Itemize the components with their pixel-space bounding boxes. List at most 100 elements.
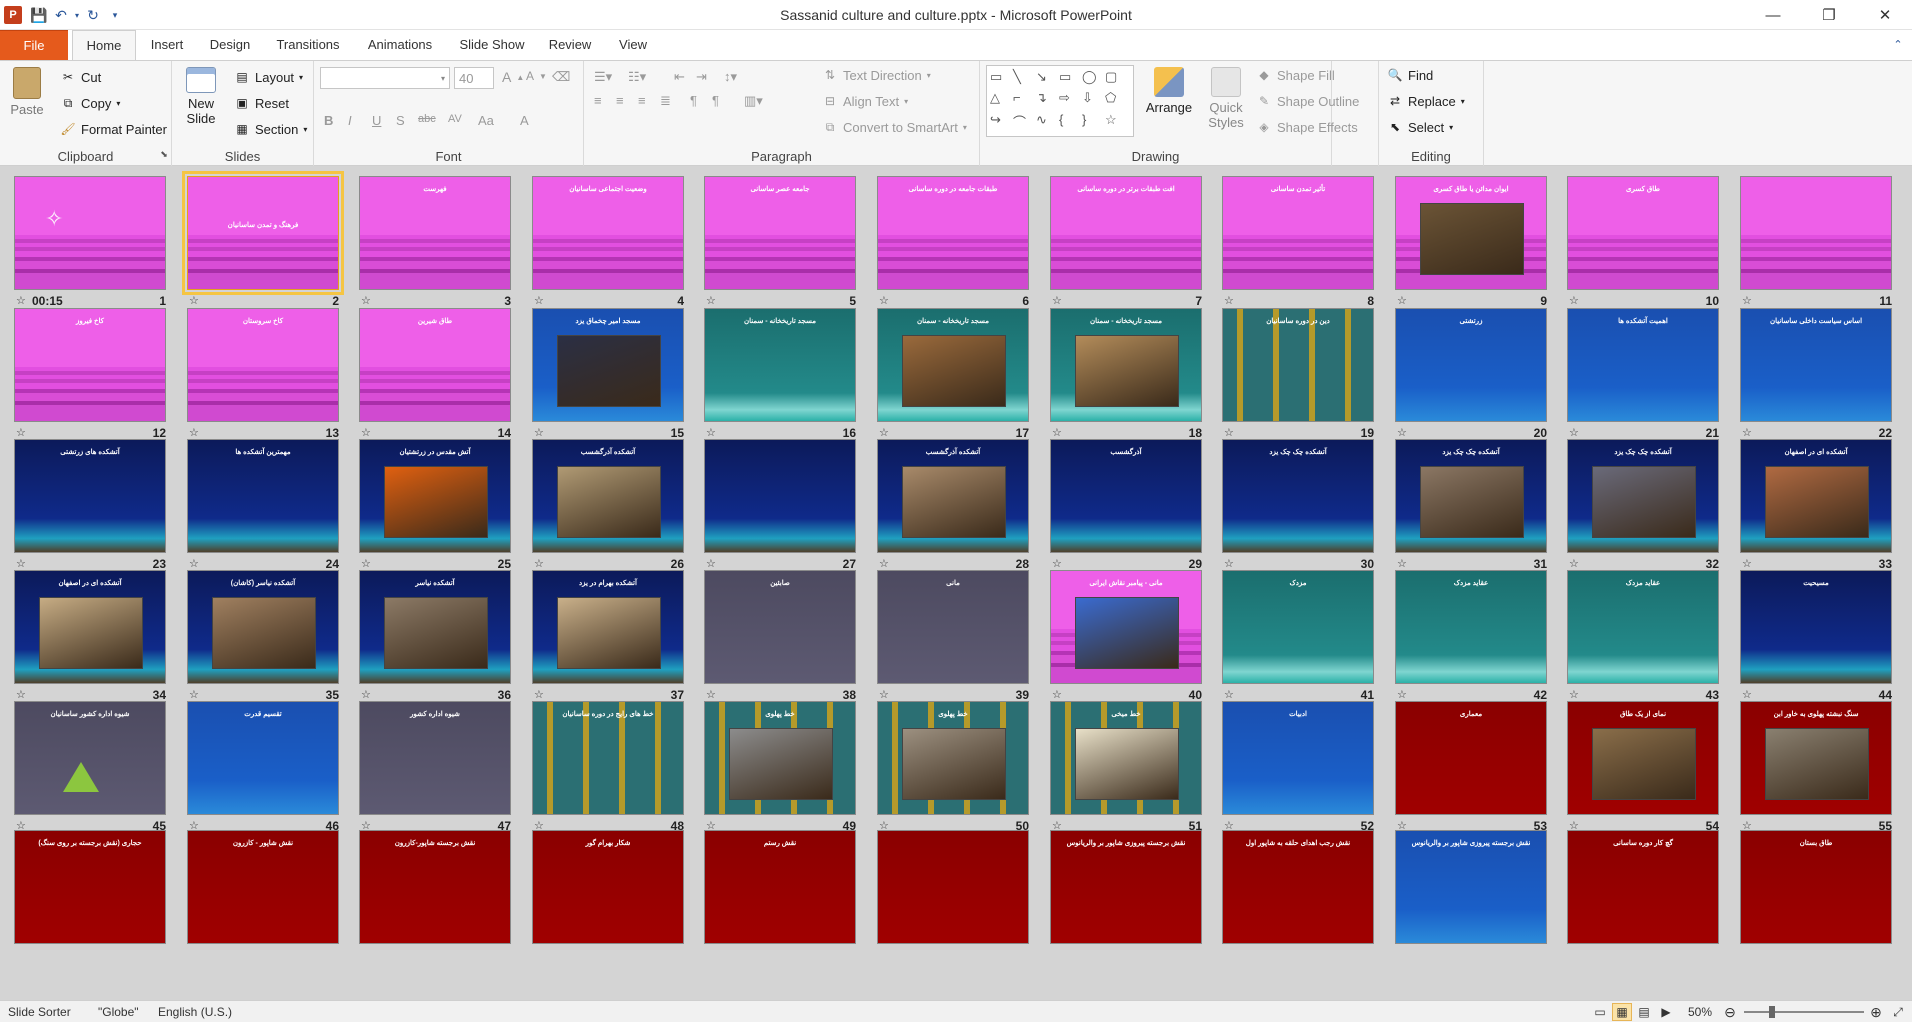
star-shape-icon[interactable]: ☆ [1105,112,1125,133]
slide-sorter-pane[interactable]: ✧ 1 ☆ 00:15 فرهنگ و تمدن ساسانیان 2 ☆ فهرست 3 ☆ وض… [0,166,1912,1000]
slide-thumbnail[interactable]: آتشکده آذرگشسب [532,439,684,553]
transition-star-icon[interactable]: ☆ [16,426,26,439]
slide-thumbnail[interactable]: آتشکده آذرگشسب [877,439,1029,553]
slide-thumbnail[interactable]: معماری [1395,701,1547,815]
slide-thumbnail[interactable]: نمای از یک طاق [1567,701,1719,815]
copy-button[interactable]: ⧉ Copy ▾ [60,95,121,111]
slide-thumbnail[interactable]: فهرست [359,176,511,290]
slide-thumbnail[interactable]: شیوه اداره کشور [359,701,511,815]
slide-thumbnail[interactable]: آتشکده بهرام در یزد [532,570,684,684]
slide-thumbnail[interactable]: آتشکده ای در اصفهان [14,570,166,684]
transition-star-icon[interactable]: ☆ [534,688,544,701]
slide-thumbnail[interactable]: طاق بستان [1740,830,1892,944]
transition-star-icon[interactable]: ☆ [1224,294,1234,307]
slide-thumbnail[interactable]: نقش برجسته پیروزی شاپور بر والریانوس [1050,830,1202,944]
slide-thumbnail[interactable]: نقش رستم [704,830,856,944]
slide-thumbnail[interactable]: تأثیر تمدن ساسانی [1222,176,1374,290]
minimize-ribbon-icon[interactable]: ⌃ [1886,30,1910,60]
transition-star-icon[interactable]: ☆ [1224,557,1234,570]
convert-smartart-button[interactable]: ⧉ Convert to SmartArt ▾ [822,119,967,135]
slide-thumbnail[interactable]: مانی [877,570,1029,684]
slide-thumbnail[interactable]: سنگ نبشته پهلوی به خاور ابن [1740,701,1892,815]
transition-star-icon[interactable]: ☆ [16,688,26,701]
transition-star-icon[interactable]: ☆ [706,294,716,307]
cut-button[interactable]: ✂ Cut [60,69,101,85]
transition-star-icon[interactable]: ☆ [1742,557,1752,570]
slide-thumbnail[interactable]: مزدک [1222,570,1374,684]
slide-thumbnail[interactable]: مسیحیت [1740,570,1892,684]
transition-star-icon[interactable]: ☆ [534,294,544,307]
line-shape-icon[interactable]: ╲ [1013,69,1033,87]
zoom-slider[interactable] [1744,1006,1864,1018]
ltr-icon[interactable]: ¶ [690,93,697,108]
transition-star-icon[interactable]: ☆ [1742,294,1752,307]
slide-thumbnail[interactable]: مسجد تاریخخانه - سمنان [877,308,1029,422]
transition-star-icon[interactable]: ☆ [189,294,199,307]
paste-button[interactable]: Paste [6,67,48,117]
align-text-button[interactable]: ⊟ Align Text ▾ [822,93,908,109]
slide-thumbnail[interactable]: اهمیت آتشکده ها [1567,308,1719,422]
rtl-icon[interactable]: ¶ [712,93,719,108]
tab-transitions[interactable]: Transitions [268,30,348,60]
clear-formatting-icon[interactable]: ⌫ [552,69,570,85]
transition-star-icon[interactable]: ☆ [1397,557,1407,570]
slide-thumbnail[interactable]: آتش مقدس در زرتشتیان [359,439,511,553]
numbering-icon[interactable]: ☷▾ [628,69,646,85]
zoom-level[interactable]: 50% [1688,1005,1712,1019]
zoom-slider-thumb[interactable] [1769,1006,1775,1018]
slide-thumbnail[interactable]: عقاید مزدک [1395,570,1547,684]
transition-star-icon[interactable]: ☆ [189,557,199,570]
flowchart-shape-icon[interactable]: ⬠ [1105,90,1125,108]
justify-icon[interactable]: ≣ [660,93,671,109]
font-name-combobox[interactable]: ▾ [320,67,450,89]
transition-star-icon[interactable]: ☆ [1052,294,1062,307]
slide-thumbnail[interactable]: فرهنگ و تمدن ساسانیان [182,171,344,295]
shape-outline-button[interactable]: ✎ Shape Outline [1256,93,1359,109]
tab-design[interactable]: Design [202,30,258,60]
slide-thumbnail[interactable]: صابئین [704,570,856,684]
increase-indent-icon[interactable]: ⇥ [696,69,707,85]
transition-star-icon[interactable]: ☆ [706,426,716,439]
textbox-shape-icon[interactable]: ▭ [990,69,1010,87]
reading-view-icon[interactable]: ▤ [1634,1003,1654,1021]
decrease-indent-icon[interactable]: ⇤ [674,69,685,85]
transition-star-icon[interactable]: ☆ [1742,688,1752,701]
align-left-icon[interactable]: ≡ [594,93,602,108]
transition-star-icon[interactable]: ☆ [1569,426,1579,439]
slide-thumbnail[interactable]: تقسیم قدرت [187,701,339,815]
curve-shape-icon[interactable]: ⌒ [1013,112,1033,133]
transition-star-icon[interactable]: ☆ [879,557,889,570]
slide-sorter-view-icon[interactable]: ▦ [1612,1003,1632,1021]
slide-thumbnail[interactable]: افت طبقات برتر در دوره ساسانی [1050,176,1202,290]
slide-thumbnail[interactable]: نقش رجب اهدای حلقه به شاپور اول [1222,830,1374,944]
slide-thumbnail[interactable] [877,830,1029,944]
slide-thumbnail[interactable]: زرتشتی [1395,308,1547,422]
transition-star-icon[interactable]: ☆ [1397,294,1407,307]
down-arrow-shape-icon[interactable]: ⇩ [1082,90,1102,108]
text-direction-button[interactable]: ⇅ Text Direction ▾ [822,67,931,83]
slide-thumbnail[interactable]: آتشکده نیاسر [359,570,511,684]
slide-thumbnail[interactable]: شیوه اداره کشور ساسانیان [14,701,166,815]
arrow-line-shape-icon[interactable]: ↘ [1036,69,1056,87]
zoom-out-icon[interactable]: ⊖ [1720,1003,1740,1021]
minimize-button[interactable]: — [1750,0,1796,30]
transition-star-icon[interactable]: ☆ [1569,688,1579,701]
elbow-shape-icon[interactable]: ↴ [1036,90,1056,108]
slide-thumbnail[interactable]: جامعه عصر ساسانی [704,176,856,290]
layout-button[interactable]: ▤ Layout ▾ [234,69,303,85]
tab-file[interactable]: File [0,30,68,60]
bullets-icon[interactable]: ☰▾ [594,69,612,85]
tab-home[interactable]: Home [72,30,136,61]
transition-star-icon[interactable]: ☆ [706,688,716,701]
transition-star-icon[interactable]: ☆ [1224,688,1234,701]
italic-button[interactable]: I [348,113,352,128]
restore-button[interactable]: ❐ [1806,0,1852,30]
triangle-shape-icon[interactable]: △ [990,90,1010,108]
slide-thumbnail[interactable] [704,439,856,553]
character-spacing-icon[interactable]: AV [448,113,462,125]
select-button[interactable]: ⬉ Select ▾ [1387,119,1453,135]
slide-thumbnail[interactable]: طاق کسری [1567,176,1719,290]
transition-star-icon[interactable]: ☆ [1569,294,1579,307]
replace-button[interactable]: ⇄ Replace ▾ [1387,93,1465,109]
slide-thumbnail[interactable]: مسجد تاریخخانه - سمنان [704,308,856,422]
